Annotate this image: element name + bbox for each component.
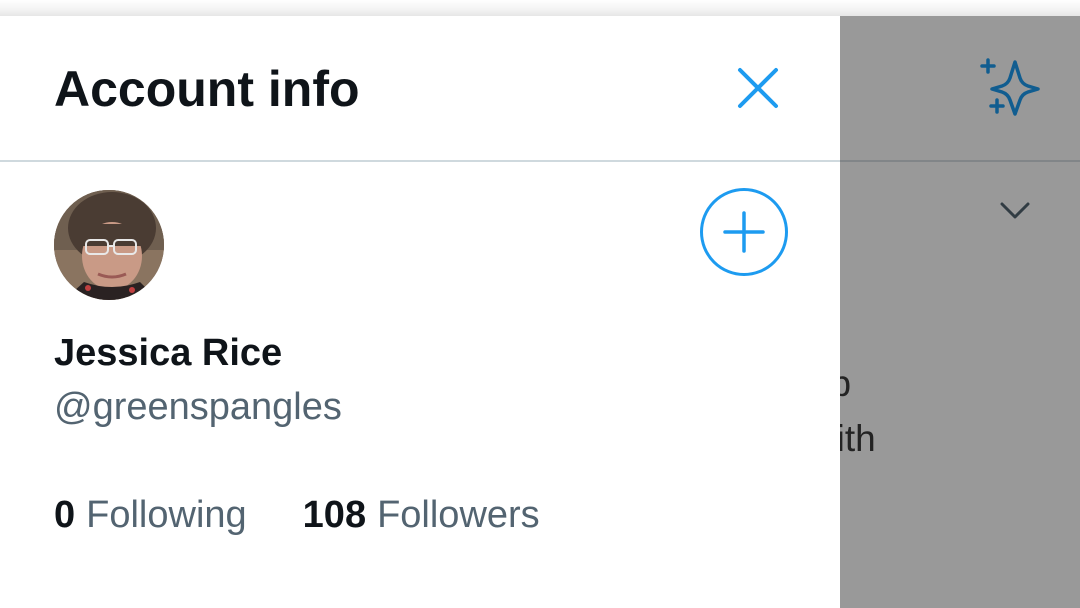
drawer-title: Account info [54, 61, 360, 117]
followers-link[interactable]: 108 Followers [303, 494, 540, 537]
drawer-header: Account info [0, 16, 840, 162]
account-drawer: Account info Jessica Rice @greenspangles… [0, 16, 840, 608]
status-bar [0, 0, 1080, 16]
followers-label: Followers [377, 494, 540, 536]
follow-stats: 0 Following 108 Followers [54, 494, 540, 537]
followers-count: 108 [302, 494, 367, 536]
following-link[interactable]: 0 Following [54, 494, 247, 537]
add-account-button[interactable] [700, 188, 788, 276]
close-button[interactable] [728, 58, 788, 118]
close-icon [738, 68, 778, 108]
avatar-image [54, 190, 164, 300]
plus-circle-icon [723, 211, 765, 253]
following-count: 0 [54, 494, 76, 536]
drawer-scrim[interactable] [840, 16, 1080, 608]
avatar[interactable] [54, 190, 164, 300]
user-handle: @greenspangles [54, 386, 342, 428]
following-label: Following [86, 494, 247, 536]
screen: to help ting with Account info [0, 0, 1080, 608]
display-name[interactable]: Jessica Rice [54, 332, 282, 375]
